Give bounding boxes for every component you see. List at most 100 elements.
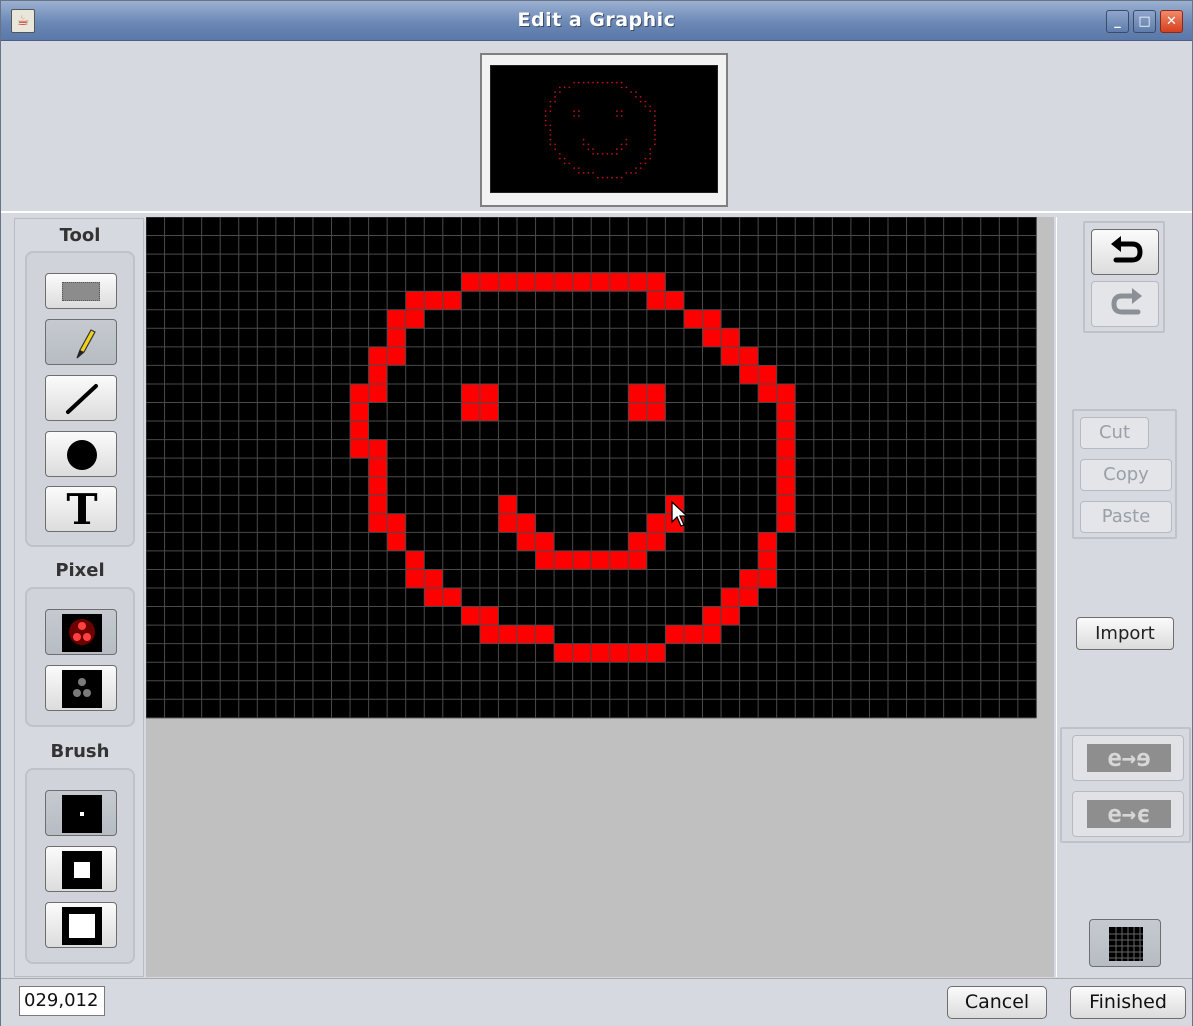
lit-pixel[interactable] (479, 383, 499, 403)
lit-pixel[interactable] (758, 569, 777, 588)
lit-pixel[interactable] (609, 643, 629, 663)
lit-pixel[interactable] (591, 550, 610, 570)
lit-pixel[interactable] (535, 272, 555, 292)
lit-pixel[interactable] (461, 606, 480, 626)
lit-pixel[interactable] (702, 328, 722, 347)
lit-pixel[interactable] (646, 532, 666, 551)
lit-pixel[interactable] (405, 291, 425, 310)
lit-pixel[interactable] (665, 291, 684, 310)
circle-tool-button[interactable] (45, 431, 117, 477)
off-pixel-button[interactable] (45, 665, 117, 711)
redo-button[interactable] (1091, 281, 1159, 327)
lit-pixel[interactable] (702, 309, 722, 329)
lit-pixel[interactable] (479, 402, 499, 422)
title-bar[interactable]: ☕ Edit a Graphic _ □ ✕ (1, 1, 1192, 41)
lit-pixel[interactable] (628, 643, 647, 663)
lit-pixel[interactable] (405, 309, 425, 329)
lit-pixel[interactable] (387, 532, 406, 551)
flip-vertical-button[interactable]: e→ϵ (1072, 791, 1184, 837)
lit-pixel[interactable] (739, 569, 759, 588)
lit-pixel[interactable] (683, 625, 703, 644)
lit-pixel[interactable] (554, 643, 573, 663)
lit-pixel[interactable] (646, 402, 666, 422)
lit-pixel[interactable] (554, 272, 573, 292)
red-pixel-button[interactable] (45, 609, 117, 655)
lit-pixel[interactable] (628, 532, 647, 551)
lit-pixel[interactable] (368, 365, 388, 384)
lit-pixel[interactable] (591, 643, 610, 663)
lit-pixel[interactable] (721, 328, 740, 347)
brush-large-button[interactable] (45, 902, 117, 948)
lit-pixel[interactable] (628, 550, 647, 570)
lit-pixel[interactable] (702, 625, 722, 644)
lit-pixel[interactable] (479, 606, 499, 626)
lit-pixel[interactable] (387, 309, 406, 329)
lit-pixel[interactable] (721, 606, 740, 626)
lit-pixel[interactable] (628, 272, 647, 292)
lit-pixel[interactable] (628, 383, 647, 403)
lit-pixel[interactable] (387, 328, 406, 347)
lit-pixel[interactable] (442, 291, 462, 310)
brush-medium-button[interactable] (45, 846, 117, 892)
lit-pixel[interactable] (479, 272, 499, 292)
lit-pixel[interactable] (517, 625, 536, 644)
lit-pixel[interactable] (368, 476, 388, 496)
lit-pixel[interactable] (683, 309, 703, 329)
lit-pixel[interactable] (498, 513, 517, 533)
lit-pixel[interactable] (776, 439, 796, 459)
cut-button[interactable]: Cut (1080, 417, 1149, 449)
lit-pixel[interactable] (535, 550, 555, 570)
lit-pixel[interactable] (665, 625, 684, 644)
lit-pixel[interactable] (368, 513, 388, 533)
brush-small-button[interactable] (45, 790, 117, 836)
line-tool-button[interactable] (45, 375, 117, 421)
close-icon[interactable]: ✕ (1160, 10, 1183, 33)
lit-pixel[interactable] (591, 272, 610, 292)
grid-toggle-button[interactable] (1089, 919, 1161, 967)
minimize-icon[interactable]: _ (1106, 10, 1129, 33)
lit-pixel[interactable] (368, 346, 388, 366)
maximize-icon[interactable]: □ (1133, 10, 1156, 33)
lit-pixel[interactable] (646, 272, 666, 292)
lit-pixel[interactable] (776, 495, 796, 514)
lit-pixel[interactable] (609, 550, 629, 570)
lit-pixel[interactable] (517, 513, 536, 533)
lit-pixel[interactable] (350, 421, 369, 440)
lit-pixel[interactable] (628, 402, 647, 422)
lit-pixel[interactable] (776, 513, 796, 533)
lit-pixel[interactable] (554, 550, 573, 570)
lit-pixel[interactable] (758, 383, 777, 403)
lit-pixel[interactable] (646, 643, 666, 663)
select-tool-button[interactable] (45, 273, 117, 309)
lit-pixel[interactable] (572, 272, 592, 292)
lit-pixel[interactable] (721, 588, 740, 607)
lit-pixel[interactable] (721, 346, 740, 366)
lit-pixel[interactable] (424, 291, 443, 310)
lit-pixel[interactable] (758, 365, 777, 384)
lit-pixel[interactable] (758, 532, 777, 551)
lit-pixel[interactable] (387, 513, 406, 533)
lit-pixel[interactable] (739, 346, 759, 366)
cancel-button[interactable]: Cancel (947, 986, 1047, 1019)
lit-pixel[interactable] (461, 402, 480, 422)
lit-pixel[interactable] (572, 643, 592, 663)
lit-pixel[interactable] (646, 291, 666, 310)
lit-pixel[interactable] (424, 588, 443, 607)
text-tool-button[interactable]: T (45, 485, 117, 534)
lit-pixel[interactable] (517, 532, 536, 551)
lit-pixel[interactable] (368, 458, 388, 477)
lit-pixel[interactable] (405, 569, 425, 588)
lit-pixel[interactable] (498, 625, 517, 644)
lit-pixel[interactable] (776, 383, 796, 403)
lit-pixel[interactable] (517, 272, 536, 292)
lit-pixel[interactable] (535, 532, 555, 551)
pencil-tool-button[interactable] (45, 319, 117, 365)
lit-pixel[interactable] (776, 458, 796, 477)
lit-pixel[interactable] (572, 550, 592, 570)
lit-pixel[interactable] (739, 588, 759, 607)
lit-pixel[interactable] (498, 272, 517, 292)
lit-pixel[interactable] (739, 365, 759, 384)
lit-pixel[interactable] (702, 606, 722, 626)
lit-pixel[interactable] (609, 272, 629, 292)
lit-pixel[interactable] (461, 383, 480, 403)
